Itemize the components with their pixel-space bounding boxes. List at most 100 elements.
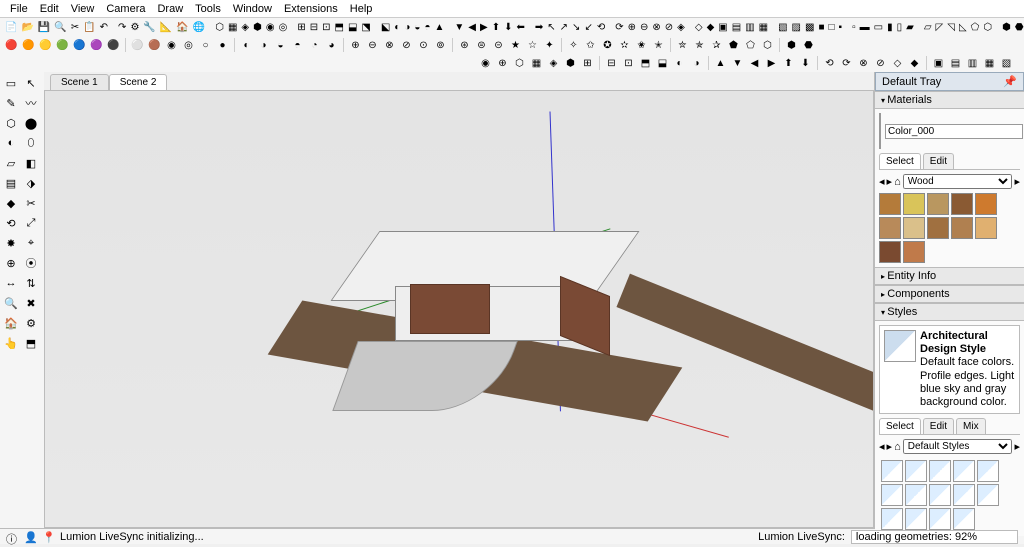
toolbar1-btn-33[interactable]: ▶ xyxy=(479,20,489,35)
toolbar1-btn-30[interactable]: ▲ xyxy=(433,20,445,35)
left-tool-23[interactable]: ✖ xyxy=(22,294,40,312)
styles-tab-mix[interactable]: Mix xyxy=(956,418,986,434)
toolbar3-btn-2[interactable]: ⬡ xyxy=(512,56,527,71)
toolbar3-btn-19[interactable]: ⟲ xyxy=(822,56,837,71)
toolbar1-btn-42[interactable]: ⟲ xyxy=(596,20,606,35)
toolbar1-btn-43[interactable]: ⟳ xyxy=(614,20,624,35)
toolbar1-btn-49[interactable]: ◇ xyxy=(694,20,704,35)
toolbar2-btn-6[interactable]: ⚫ xyxy=(106,38,121,53)
toolbar3-btn-7[interactable]: ⊟ xyxy=(604,56,619,71)
material-swatch-0[interactable] xyxy=(879,193,901,215)
toolbar2-btn-30[interactable]: ✦ xyxy=(542,38,557,53)
toolbar1-btn-19[interactable]: ⊞ xyxy=(296,20,306,35)
left-tool-17[interactable]: ⌖ xyxy=(22,234,40,252)
toolbar3-btn-0[interactable]: ◉ xyxy=(478,56,493,71)
toolbar1-btn-1[interactable]: 📂 xyxy=(20,20,34,35)
material-swatch-8[interactable] xyxy=(951,217,973,239)
toolbar2-btn-28[interactable]: ★ xyxy=(508,38,523,53)
left-tool-13[interactable]: ✂ xyxy=(22,194,40,212)
toolbar1-btn-63[interactable]: ▭ xyxy=(873,20,884,35)
toolbar3-btn-1[interactable]: ⊕ xyxy=(495,56,510,71)
material-library-select[interactable]: Wood xyxy=(903,174,1013,189)
style-swatch-3[interactable] xyxy=(953,460,975,482)
toolbar2-btn-38[interactable]: ✯ xyxy=(692,38,707,53)
toolbar3-btn-9[interactable]: ⬒ xyxy=(638,56,653,71)
toolbar3-btn-5[interactable]: ⬢ xyxy=(563,56,578,71)
toolbar3-btn-26[interactable]: ▤ xyxy=(948,56,963,71)
toolbar1-btn-70[interactable]: ◺ xyxy=(958,20,968,35)
toolbar1-btn-51[interactable]: ▣ xyxy=(717,20,728,35)
materials-tab-edit[interactable]: Edit xyxy=(923,153,954,169)
toolbar2-btn-22[interactable]: ⊘ xyxy=(399,38,414,53)
left-tool-21[interactable]: ⇅ xyxy=(22,274,40,292)
toolbar1-btn-4[interactable]: ✂ xyxy=(70,20,80,35)
status-geo-icon[interactable]: 📍 xyxy=(42,531,54,543)
toolbar1-btn-18[interactable]: ◎ xyxy=(278,20,289,35)
toolbar1-btn-65[interactable]: ▯ xyxy=(896,20,904,35)
toolbar1-btn-9[interactable]: 🔧 xyxy=(142,20,156,35)
style-swatch-9[interactable] xyxy=(977,484,999,506)
toolbar3-btn-10[interactable]: ⬓ xyxy=(655,56,670,71)
toolbar3-btn-4[interactable]: ◈ xyxy=(546,56,561,71)
toolbar1-btn-14[interactable]: ▦ xyxy=(227,20,238,35)
toolbar3-btn-3[interactable]: ▦ xyxy=(529,56,544,71)
toolbar3-btn-18[interactable]: ⬇ xyxy=(798,56,813,71)
toolbar3-btn-22[interactable]: ⊘ xyxy=(873,56,888,71)
toolbar2-btn-44[interactable]: ⬣ xyxy=(801,38,816,53)
menu-file[interactable]: File xyxy=(4,1,34,17)
toolbar2-btn-20[interactable]: ⊖ xyxy=(365,38,380,53)
left-tool-5[interactable]: ⬤ xyxy=(22,114,40,132)
material-swatch-2[interactable] xyxy=(927,193,949,215)
toolbar2-btn-11[interactable]: ○ xyxy=(198,38,213,53)
menu-edit[interactable]: Edit xyxy=(34,1,65,17)
material-preview-thumb[interactable] xyxy=(879,113,881,149)
toolbar2-btn-0[interactable]: 🔴 xyxy=(4,38,19,53)
left-tool-16[interactable]: ✸ xyxy=(2,234,20,252)
toolbar1-btn-73[interactable]: ⬢ xyxy=(1001,20,1012,35)
toolbar2-btn-19[interactable]: ⊕ xyxy=(348,38,363,53)
toolbar1-btn-40[interactable]: ↘ xyxy=(571,20,581,35)
toolbar1-btn-12[interactable]: 🌐 xyxy=(192,20,206,35)
toolbar2-btn-40[interactable]: ⬟ xyxy=(726,38,741,53)
toolbar1-btn-21[interactable]: ⊡ xyxy=(321,20,331,35)
toolbar3-btn-28[interactable]: ▦ xyxy=(982,56,997,71)
toolbar1-btn-46[interactable]: ⊗ xyxy=(651,20,661,35)
toolbar1-btn-56[interactable]: ▨ xyxy=(791,20,802,35)
left-tool-2[interactable]: ✎ xyxy=(2,94,20,112)
toolbar2-btn-39[interactable]: ✰ xyxy=(709,38,724,53)
style-swatch-5[interactable] xyxy=(881,484,903,506)
toolbar3-btn-21[interactable]: ⊗ xyxy=(856,56,871,71)
toolbar2-btn-23[interactable]: ⊙ xyxy=(416,38,431,53)
material-swatch-7[interactable] xyxy=(927,217,949,239)
menu-draw[interactable]: Draw xyxy=(151,1,189,17)
material-swatch-4[interactable] xyxy=(975,193,997,215)
style-swatch-13[interactable] xyxy=(953,508,975,530)
toolbar1-btn-71[interactable]: ⬠ xyxy=(970,20,981,35)
panel-materials-header[interactable]: Materials xyxy=(875,91,1024,109)
status-info-icon[interactable]: ⓘ xyxy=(6,531,18,543)
toolbar1-btn-58[interactable]: ■ xyxy=(817,20,825,35)
toolbar1-btn-67[interactable]: ▱ xyxy=(923,20,933,35)
material-swatch-11[interactable] xyxy=(903,241,925,263)
style-swatch-0[interactable] xyxy=(881,460,903,482)
toolbar1-btn-17[interactable]: ◉ xyxy=(265,20,276,35)
toolbar1-btn-25[interactable]: ⬕ xyxy=(380,20,391,35)
toolbar1-btn-50[interactable]: ◆ xyxy=(706,20,716,35)
toolbar1-btn-6[interactable]: ↶ xyxy=(99,20,109,35)
toolbar1-btn-37[interactable]: ➡ xyxy=(534,20,544,35)
toolbar2-btn-43[interactable]: ⬢ xyxy=(784,38,799,53)
tray-pin-icon[interactable]: 📌 xyxy=(1003,75,1017,88)
toolbar1-btn-0[interactable]: 📄 xyxy=(4,20,18,35)
left-tool-18[interactable]: ⊕ xyxy=(2,254,20,272)
toolbar3-btn-12[interactable]: ◑ xyxy=(689,56,704,71)
tray-title-bar[interactable]: Default Tray 📌 xyxy=(875,72,1024,91)
style-thumb[interactable] xyxy=(884,330,916,362)
panel-entity-info-header[interactable]: Entity Info xyxy=(875,267,1024,285)
material-swatch-9[interactable] xyxy=(975,217,997,239)
toolbar1-btn-57[interactable]: ▩ xyxy=(804,20,815,35)
toolbar2-btn-21[interactable]: ⊗ xyxy=(382,38,397,53)
style-swatch-8[interactable] xyxy=(953,484,975,506)
toolbar1-btn-35[interactable]: ⬇ xyxy=(503,20,513,35)
toolbar2-btn-29[interactable]: ☆ xyxy=(525,38,540,53)
toolbar1-btn-2[interactable]: 💾 xyxy=(37,20,51,35)
